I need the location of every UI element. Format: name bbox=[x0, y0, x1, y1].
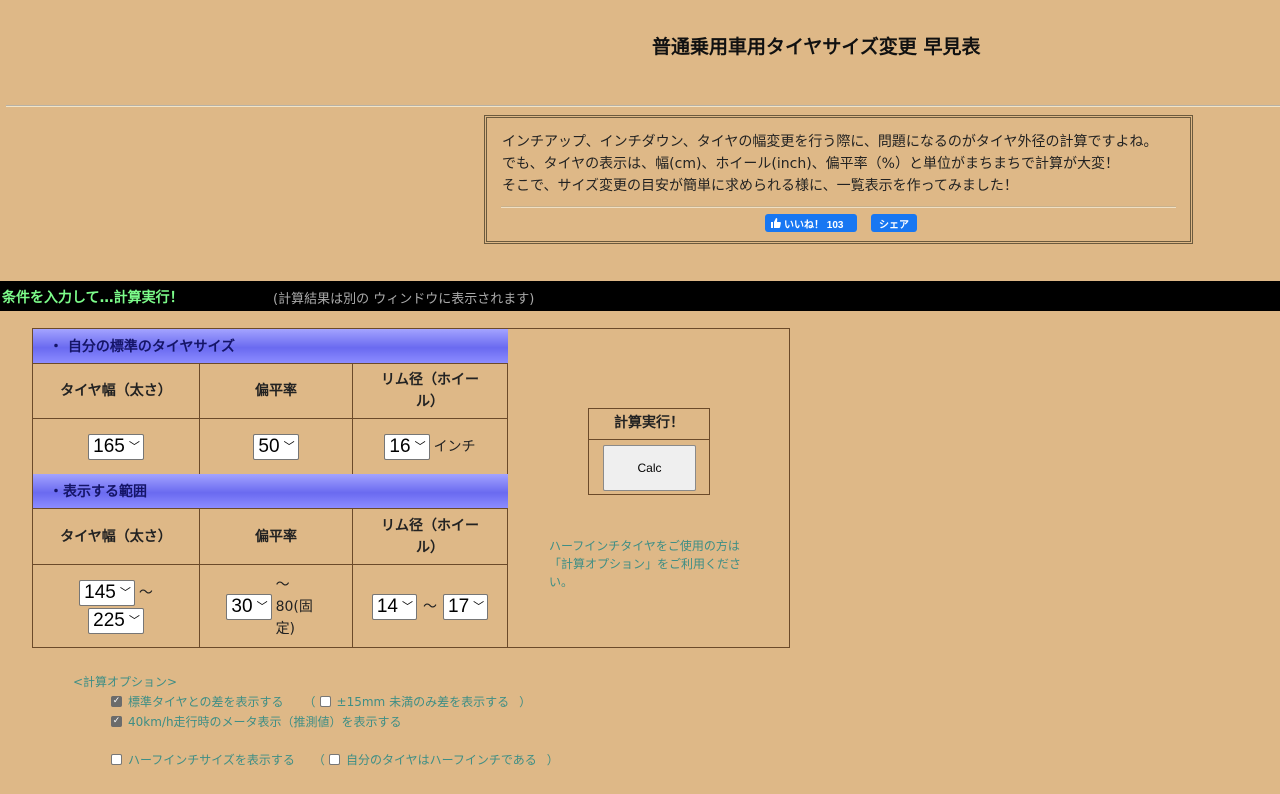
chevron-down-icon: ﹀ bbox=[414, 440, 426, 453]
intro-box: インチアップ、インチダウン、タイヤの幅変更を行う際に、問題になるのがタイヤ外径の… bbox=[484, 115, 1193, 244]
display-range-header: ・表示する範囲 bbox=[33, 474, 508, 508]
std-width-value: 165 bbox=[93, 435, 125, 457]
option-label-my-half: 自分のタイヤはハーフインチである bbox=[345, 753, 537, 767]
option-checkbox-meter[interactable]: ✓ bbox=[111, 716, 122, 727]
tilde-label: 〜 bbox=[423, 598, 437, 615]
chevron-down-icon: ﹀ bbox=[256, 600, 268, 613]
half-inch-note: ハーフインチタイヤをご使用の方は「計算オプション」をご利用ください。 bbox=[549, 539, 742, 589]
paren-close: ） bbox=[546, 753, 559, 767]
intro-divider bbox=[501, 206, 1176, 208]
page-title: 普通乗用車用タイヤサイズ変更 早見表 bbox=[652, 36, 981, 58]
std-width-cell: 165 ﹀ bbox=[33, 418, 200, 474]
standard-size-header: ・ 自分の標準のタイヤサイズ bbox=[33, 329, 508, 363]
option-row-2: ✓ 40km/h走行時のメータ表示（推測値）を表示する bbox=[111, 713, 402, 730]
thumbs-up-icon bbox=[771, 218, 781, 228]
option-checkbox-my-half[interactable] bbox=[328, 754, 340, 765]
calc-header: 計算実行！ bbox=[589, 409, 709, 440]
condition-bar-note: (計算結果は別の ウィンドウに表示されます) bbox=[273, 292, 535, 307]
range-rim-to-select[interactable]: 17 ﹀ bbox=[443, 593, 489, 620]
range-aspect-heading: 偏平率 bbox=[200, 508, 353, 564]
range-aspect-cell: 30 ﹀ 〜 80(固定) bbox=[200, 564, 353, 648]
condition-bar: 条件を入力して…計算実行！ (計算結果は別の ウィンドウに表示されます) bbox=[0, 281, 1280, 311]
range-rim-heading: リム径（ホイール） bbox=[353, 508, 508, 564]
paren-open: （ bbox=[312, 753, 325, 767]
std-aspect-cell: 50 ﹀ bbox=[200, 418, 353, 474]
facebook-like-button[interactable]: いいね！ 103 bbox=[765, 214, 857, 232]
option-checkbox-diff[interactable]: ✓ bbox=[111, 696, 122, 707]
intro-line-3: そこで、サイズ変更の目安が簡単に求められる様に、一覧表示を作ってみました！ bbox=[502, 178, 1018, 194]
range-rim-to-value: 17 bbox=[448, 595, 470, 617]
intro-text: インチアップ、インチダウン、タイヤの幅変更を行う際に、問題になるのがタイヤ外径の… bbox=[502, 131, 1157, 197]
option-label-half-size: ハーフインチサイズを表示する bbox=[128, 753, 295, 767]
chevron-down-icon: ﹀ bbox=[119, 586, 131, 599]
rim-unit-label: インチ bbox=[433, 438, 476, 455]
condition-bar-title: 条件を入力して…計算実行！ bbox=[2, 290, 184, 306]
std-aspect-heading: 偏平率 bbox=[200, 363, 353, 418]
std-rim-heading: リム径（ホイール） bbox=[353, 363, 508, 418]
range-width-to-select[interactable]: 225 ﹀ bbox=[88, 607, 144, 634]
range-width-from-select[interactable]: 145 ﹀ bbox=[79, 579, 135, 606]
tilde-label: 〜 bbox=[138, 584, 153, 601]
range-width-heading: タイヤ幅（太さ） bbox=[33, 508, 200, 564]
range-width-cell: 145 ﹀ 〜 225 ﹀ bbox=[33, 564, 200, 648]
option-label-diff: 標準タイヤとの差を表示する bbox=[128, 695, 284, 709]
std-width-select[interactable]: 165 ﹀ bbox=[88, 433, 144, 460]
chevron-down-icon: ﹀ bbox=[402, 600, 413, 613]
intro-line-1: インチアップ、インチダウン、タイヤの幅変更を行う際に、問題になるのがタイヤ外径の… bbox=[502, 134, 1158, 150]
range-rim-from-select[interactable]: 14 ﹀ bbox=[371, 593, 417, 620]
chevron-down-icon: ﹀ bbox=[128, 614, 140, 627]
option-label-meter: 40km/h走行時のメータ表示（推測値）を表示する bbox=[128, 715, 402, 729]
paren-open: （ bbox=[303, 695, 316, 709]
calc-button[interactable]: Calc bbox=[603, 445, 696, 491]
option-checkbox-half-size[interactable] bbox=[111, 754, 122, 765]
range-rim-cell: 14 ﹀ 〜 17 ﹀ bbox=[353, 564, 508, 648]
range-width-to-value: 225 bbox=[93, 609, 125, 631]
std-rim-select[interactable]: 16 ﹀ bbox=[384, 433, 430, 460]
like-label: いいね！ 103 bbox=[784, 219, 844, 231]
option-checkbox-15mm[interactable] bbox=[319, 696, 331, 707]
options-title: <計算オプション> bbox=[73, 675, 178, 689]
std-aspect-value: 50 bbox=[258, 435, 280, 457]
paren-close: ） bbox=[519, 695, 532, 709]
intro-line-2: でも、タイヤの表示は、幅(cm)、ホイール(inch)、偏平率（%）と単位がまち… bbox=[502, 156, 1119, 172]
chevron-down-icon: ﹀ bbox=[473, 600, 485, 613]
std-rim-cell: 16 ﹀ インチ bbox=[353, 418, 508, 474]
facebook-share-button[interactable]: シェア bbox=[871, 214, 917, 232]
share-label: シェア bbox=[879, 219, 909, 231]
chevron-down-icon: ﹀ bbox=[283, 440, 295, 453]
calc-panel: 計算実行！ Calc bbox=[588, 408, 710, 495]
option-label-15mm: ±15mm 未満のみ差を表示する bbox=[336, 695, 510, 709]
chevron-down-icon: ﹀ bbox=[128, 440, 140, 453]
range-width-from-value: 145 bbox=[84, 581, 116, 603]
range-aspect-from-select[interactable]: 30 ﹀ bbox=[226, 593, 272, 620]
std-aspect-select[interactable]: 50 ﹀ bbox=[253, 433, 299, 460]
option-row-3: ハーフインチサイズを表示する （ 自分のタイヤはハーフインチである ） bbox=[111, 751, 559, 768]
range-rim-from-value: 14 bbox=[376, 595, 398, 617]
aspect-fixed-label: 〜 80(固定) bbox=[275, 576, 313, 637]
option-row-1: ✓ 標準タイヤとの差を表示する （ ±15mm 未満のみ差を表示する ） bbox=[111, 693, 531, 710]
std-rim-value: 16 bbox=[389, 435, 411, 457]
horizontal-divider bbox=[6, 105, 1280, 107]
range-aspect-from-value: 30 bbox=[231, 595, 253, 617]
tire-input-table: ・ 自分の標準のタイヤサイズ タイヤ幅（太さ） 偏平率 リム径（ホイール） 16… bbox=[32, 328, 790, 648]
std-width-heading: タイヤ幅（太さ） bbox=[33, 363, 200, 418]
